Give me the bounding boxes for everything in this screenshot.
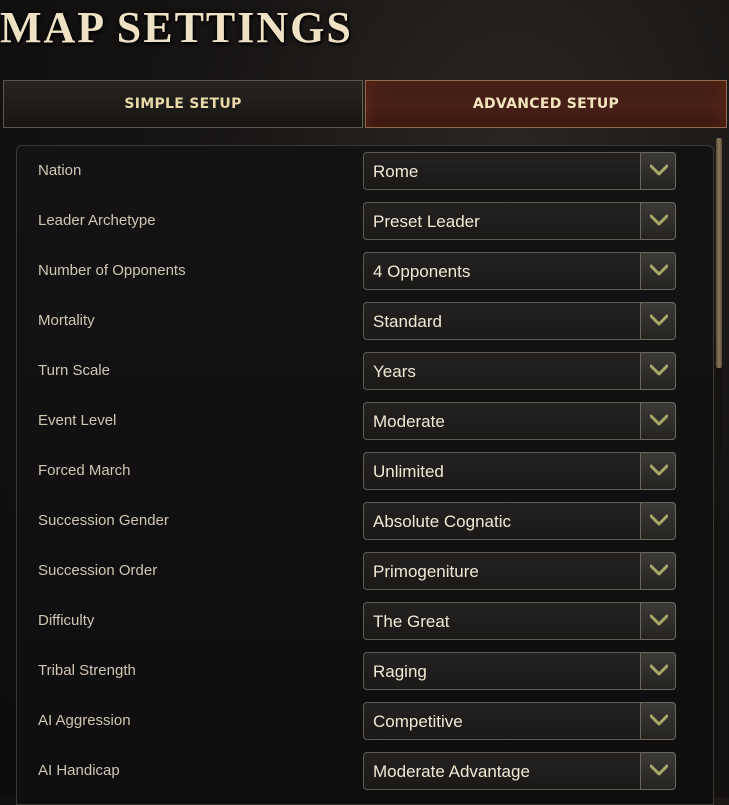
dropdown-button[interactable] xyxy=(640,302,676,340)
setting-label: Leader Archetype xyxy=(38,212,156,229)
chevron-down-icon xyxy=(650,664,668,676)
mortality-dropdown[interactable]: Standard xyxy=(363,302,676,340)
tab-simple-setup[interactable]: SIMPLE SETUP xyxy=(3,80,363,128)
setting-label: Turn Scale xyxy=(38,362,110,379)
dropdown-button[interactable] xyxy=(640,352,676,390)
chevron-down-icon xyxy=(650,414,668,426)
ai-aggression-dropdown[interactable]: Competitive xyxy=(363,702,676,740)
setting-label: Event Level xyxy=(38,412,117,429)
dropdown-button[interactable] xyxy=(640,452,676,490)
dropdown-value: Rome xyxy=(373,162,419,181)
setting-row-succession-order: Succession Order Primogeniture xyxy=(0,548,729,598)
setup-tabs: SIMPLE SETUP ADVANCED SETUP xyxy=(3,80,727,130)
chevron-down-icon xyxy=(650,214,668,226)
tab-advanced-setup[interactable]: ADVANCED SETUP xyxy=(365,80,727,128)
chevron-down-icon xyxy=(650,314,668,326)
dropdown-button[interactable] xyxy=(640,402,676,440)
dropdown-value: Years xyxy=(373,362,416,381)
setting-label: Succession Gender xyxy=(38,512,169,529)
dropdown-value: Standard xyxy=(373,312,442,331)
dropdown-button[interactable] xyxy=(640,252,676,290)
difficulty-dropdown[interactable]: The Great xyxy=(363,602,676,640)
dropdown-value: Competitive xyxy=(373,712,463,731)
setting-row-leader-archetype: Leader Archetype Preset Leader xyxy=(0,198,729,248)
dropdown-button[interactable] xyxy=(640,652,676,690)
setting-label: Difficulty xyxy=(38,612,95,629)
dropdown-value: 4 Opponents xyxy=(373,262,471,281)
setting-row-tribal-strength: Tribal Strength Raging xyxy=(0,648,729,698)
setting-row-succession-gender: Succession Gender Absolute Cognatic xyxy=(0,498,729,548)
setting-row-ai-aggression: AI Aggression Competitive xyxy=(0,698,729,748)
number-of-opponents-dropdown[interactable]: 4 Opponents xyxy=(363,252,676,290)
turn-scale-dropdown[interactable]: Years xyxy=(363,352,676,390)
chevron-down-icon xyxy=(650,364,668,376)
chevron-down-icon xyxy=(650,464,668,476)
setting-label: AI Handicap xyxy=(38,762,120,779)
setting-label: Tribal Strength xyxy=(38,662,136,679)
setting-row-forced-march: Forced March Unlimited xyxy=(0,448,729,498)
event-level-dropdown[interactable]: Moderate xyxy=(363,402,676,440)
dropdown-value: Preset Leader xyxy=(373,212,480,231)
ai-handicap-dropdown[interactable]: Moderate Advantage xyxy=(363,752,676,790)
nation-dropdown[interactable]: Rome xyxy=(363,152,676,190)
leader-archetype-dropdown[interactable]: Preset Leader xyxy=(363,202,676,240)
dropdown-button[interactable] xyxy=(640,502,676,540)
setting-label: Succession Order xyxy=(38,562,158,579)
dropdown-value: Moderate xyxy=(373,412,445,431)
setting-row-turn-scale: Turn Scale Years xyxy=(0,348,729,398)
dropdown-value: Primogeniture xyxy=(373,562,479,581)
succession-order-dropdown[interactable]: Primogeniture xyxy=(363,552,676,590)
chevron-down-icon xyxy=(650,164,668,176)
chevron-down-icon xyxy=(650,764,668,776)
dropdown-button[interactable] xyxy=(640,152,676,190)
chevron-down-icon xyxy=(650,264,668,276)
setting-label: Forced March xyxy=(38,462,131,479)
setting-row-difficulty: Difficulty The Great xyxy=(0,598,729,648)
setting-label: Nation xyxy=(38,162,82,179)
chevron-down-icon xyxy=(650,614,668,626)
dropdown-button[interactable] xyxy=(640,602,676,640)
succession-gender-dropdown[interactable]: Absolute Cognatic xyxy=(363,502,676,540)
tribal-strength-dropdown[interactable]: Raging xyxy=(363,652,676,690)
setting-row-ai-handicap: AI Handicap Moderate Advantage xyxy=(0,748,729,798)
dropdown-value: The Great xyxy=(373,612,450,631)
dropdown-value: Moderate Advantage xyxy=(373,762,530,781)
page-title: MAP SETTINGS xyxy=(0,3,353,52)
dropdown-button[interactable] xyxy=(640,702,676,740)
dropdown-button[interactable] xyxy=(640,202,676,240)
setting-row-nation: Nation Rome xyxy=(0,148,729,198)
setting-label: Mortality xyxy=(38,312,95,329)
chevron-down-icon xyxy=(650,514,668,526)
setting-row-event-level: Event Level Moderate xyxy=(0,398,729,448)
dropdown-button[interactable] xyxy=(640,552,676,590)
forced-march-dropdown[interactable]: Unlimited xyxy=(363,452,676,490)
setting-label: Number of Opponents xyxy=(38,262,186,279)
dropdown-button[interactable] xyxy=(640,752,676,790)
setting-row-number-of-opponents: Number of Opponents 4 Opponents xyxy=(0,248,729,298)
chevron-down-icon xyxy=(650,564,668,576)
settings-list: Nation Rome Leader Archetype Preset Lead… xyxy=(0,148,729,798)
dropdown-value: Raging xyxy=(373,662,427,681)
setting-row-mortality: Mortality Standard xyxy=(0,298,729,348)
chevron-down-icon xyxy=(650,714,668,726)
setting-label: AI Aggression xyxy=(38,712,131,729)
dropdown-value: Absolute Cognatic xyxy=(373,512,511,531)
dropdown-value: Unlimited xyxy=(373,462,444,481)
